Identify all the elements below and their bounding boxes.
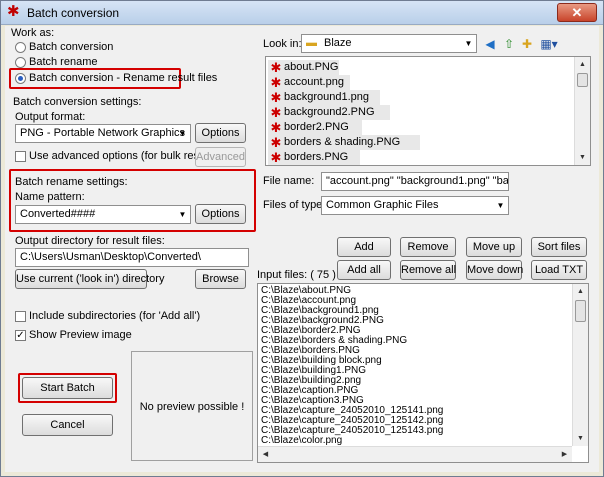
scroll-thumb[interactable] [577,73,588,87]
look-in-select[interactable]: ▬ Blaze ▼ [301,34,477,53]
show-preview-checkbox[interactable]: ✓ [15,330,26,341]
chevron-down-icon: ▼ [178,210,187,219]
window-title: Batch conversion [27,6,120,20]
image-file-icon: ✱ [270,105,282,120]
preview-pane: No preview possible ! [131,351,253,461]
show-preview-label: Show Preview image [29,329,132,341]
radio-batch-rename-label: Batch rename [29,56,98,68]
list-item[interactable]: ✱ border2.PNG [268,120,362,135]
sort-files-button[interactable]: Sort files [531,237,587,257]
load-txt-button[interactable]: Load TXT [531,260,587,280]
look-in-value: Blaze [324,37,352,49]
radio-batch-conversion-label: Batch conversion [29,41,114,53]
add-button[interactable]: Add [337,237,391,257]
scroll-thumb[interactable] [575,300,586,322]
work-as-label: Work as: [11,27,55,39]
file-browser-scrollbar[interactable]: ▲ ▼ [574,57,590,165]
move-up-button[interactable]: Move up [466,237,522,257]
look-in-label: Look in: [263,38,302,50]
radio-batch-conversion-rename-label: Batch conversion - Rename result files [29,72,218,84]
batch-conversion-window: ✱ Batch conversion ✕ Work as: Batch conv… [0,0,604,477]
list-item[interactable]: ✱ borders & shading.PNG [268,135,420,150]
remove-button[interactable]: Remove [400,237,456,257]
conversion-settings-label: Batch conversion settings: [13,96,142,108]
file-browser-list[interactable]: ✱ about.PNG ✱ account.png ✱ background1.png… [265,56,591,166]
scroll-down-icon[interactable]: ▼ [575,150,590,165]
chevron-down-icon: ▼ [178,129,187,138]
files-of-type-select[interactable]: Common Graphic Files ▼ [321,196,509,215]
rename-settings-label: Batch rename settings: [15,176,128,188]
list-item[interactable]: ✱ account.png [268,75,350,90]
output-format-label: Output format: [15,111,86,123]
output-format-select[interactable]: PNG - Portable Network Graphics ▼ [15,124,191,143]
up-folder-icon[interactable]: ⇧ [501,36,517,52]
scroll-down-icon[interactable]: ▼ [573,431,588,446]
title-bar: ✱ Batch conversion ✕ [1,1,603,25]
name-pattern-label: Name pattern: [15,191,85,203]
close-button[interactable]: ✕ [557,3,597,22]
start-batch-button[interactable]: Start Batch [22,377,113,399]
output-format-value: PNG - Portable Network Graphics [20,127,186,139]
file-name-label: File name: [263,175,315,187]
browse-button[interactable]: Browse [195,269,246,289]
chevron-down-icon: ▼ [496,201,505,210]
output-directory-label: Output directory for result files: [15,235,165,247]
scroll-up-icon[interactable]: ▲ [575,57,590,72]
name-pattern-select[interactable]: Converted#### ▼ [15,205,191,224]
remove-all-button[interactable]: Remove all [400,260,456,280]
list-item[interactable]: ✱ background2.PNG [268,105,390,120]
files-of-type-label: Files of type: [263,199,326,211]
move-down-button[interactable]: Move down [466,260,523,280]
output-directory-field[interactable]: C:\Users\Usman\Desktop\Converted\ [15,248,249,267]
preview-message: No preview possible ! [139,401,245,413]
image-file-icon: ✱ [270,135,282,150]
scroll-right-icon[interactable]: ▶ [557,447,572,462]
use-current-directory-button[interactable]: Use current ('look in') directory [15,269,164,289]
image-file-icon: ✱ [270,120,282,135]
input-files-list[interactable]: C:\Blaze\about.PNG C:\Blaze\account.png … [257,283,589,463]
files-of-type-value: Common Graphic Files [326,199,439,211]
radio-batch-conversion-rename[interactable] [15,73,26,84]
input-files-hscrollbar[interactable]: ◀ ▶ [258,446,572,462]
new-folder-icon[interactable]: ✚ [519,36,535,52]
radio-batch-conversion[interactable] [15,42,26,53]
irfanview-icon: ✱ [7,3,20,20]
image-file-icon: ✱ [270,150,282,165]
view-menu-icon[interactable]: ▦▾ [538,36,560,52]
dialog-body: Work as: Batch conversion Batch rename B… [5,26,599,472]
image-file-icon: ✱ [270,90,282,105]
list-item[interactable]: ✱ background1.png [268,90,380,105]
file-name-field[interactable]: "account.png" "background1.png" "backgro… [321,172,509,191]
name-pattern-value: Converted#### [20,208,96,220]
include-subdirectories-label: Include subdirectories (for 'Add all') [29,310,201,322]
image-file-icon: ✱ [270,75,282,90]
back-icon[interactable]: ◀ [482,36,498,52]
advanced-button[interactable]: Advanced [195,147,246,167]
scroll-left-icon[interactable]: ◀ [258,447,273,462]
input-files-vscrollbar[interactable]: ▲ ▼ [572,284,588,446]
chevron-down-icon: ▼ [464,39,473,48]
output-format-options-button[interactable]: Options [195,123,246,143]
name-pattern-options-button[interactable]: Options [195,204,246,224]
input-files-label: Input files: ( 75 ) [257,269,336,281]
radio-batch-rename[interactable] [15,57,26,68]
list-item[interactable]: ✱ about.PNG [268,60,339,75]
add-all-button[interactable]: Add all [337,260,391,280]
scroll-up-icon[interactable]: ▲ [573,284,588,299]
include-subdirectories-checkbox[interactable] [15,311,26,322]
list-item[interactable]: ✱ borders.PNG [268,150,360,165]
advanced-options-checkbox[interactable] [15,151,26,162]
image-file-icon: ✱ [270,60,282,75]
cancel-button[interactable]: Cancel [22,414,113,436]
list-item[interactable]: C:\Blaze\color.png [261,435,342,446]
folder-icon: ▬ [306,37,317,49]
